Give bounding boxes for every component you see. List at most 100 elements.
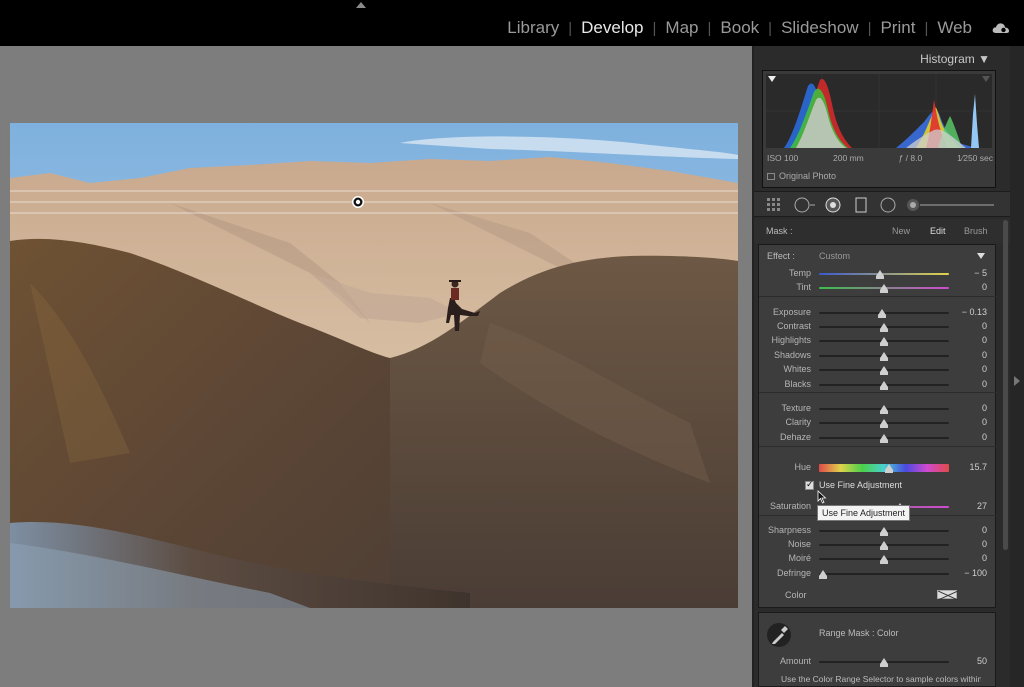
panel-scroll-track[interactable] (1010, 46, 1024, 687)
adjustment-brush-slider[interactable] (906, 197, 996, 213)
slider-thumb[interactable] (818, 570, 827, 579)
module-separator: | (652, 19, 657, 37)
group-separator (759, 296, 997, 297)
color-range-picker-icon[interactable] (767, 623, 791, 647)
cloud-sync-icon[interactable] (992, 22, 1010, 34)
slider-track[interactable] (819, 541, 949, 550)
slider-blacks[interactable]: Blacks 0 (759, 378, 997, 392)
slider-track[interactable] (819, 527, 949, 536)
histogram-title[interactable]: Histogram ▼ (920, 52, 990, 66)
histogram-panel: ISO 100 200 mm ƒ / 8.0 1⁄250 sec Origina… (762, 70, 996, 188)
slider-thumb[interactable] (880, 381, 888, 390)
slider-tint[interactable]: Tint 0 (759, 281, 997, 295)
slider-track[interactable] (819, 309, 949, 318)
collapse-top-panel-icon[interactable] (356, 2, 366, 8)
slider-thumb[interactable] (880, 434, 888, 443)
slider-track[interactable] (819, 419, 949, 428)
mouse-cursor-icon (817, 490, 827, 504)
slider-thumb[interactable] (880, 527, 888, 536)
module-develop[interactable]: Develop (579, 18, 645, 38)
slider-texture[interactable]: Texture 0 (759, 402, 997, 416)
tool-strip (754, 191, 1010, 217)
slider-thumb[interactable] (880, 352, 888, 361)
spot-removal-icon[interactable] (794, 197, 816, 213)
range-mask-panel: Range Mask : Color Amount 50 Use the Col… (758, 612, 996, 687)
module-list: Library | Develop | Map | Book | Slideshow | Print… (505, 18, 974, 38)
original-photo-toggle[interactable]: Original Photo (767, 171, 836, 181)
slider-track[interactable] (819, 555, 949, 564)
color-swatch[interactable] (937, 590, 959, 601)
slider-track[interactable] (819, 658, 949, 667)
slider-thumb[interactable] (876, 270, 885, 279)
color-row: Color (759, 587, 997, 603)
slider-thumb[interactable] (878, 309, 887, 318)
slider-sharpness[interactable]: Sharpness 0 (759, 524, 997, 538)
graduated-filter-icon[interactable] (854, 197, 868, 213)
module-web[interactable]: Web (935, 18, 974, 38)
slider-highlights[interactable]: Highlights 0 (759, 334, 997, 348)
histogram-graph[interactable] (766, 74, 992, 148)
collapse-right-panel-icon[interactable] (1014, 376, 1020, 386)
slider-track[interactable] (819, 337, 949, 346)
slider-thumb[interactable] (880, 555, 888, 564)
checkbox-icon[interactable] (805, 479, 814, 490)
slider-thumb[interactable] (880, 366, 888, 375)
local-adjustment-panel: Effect : Custom Temp − 5 Tint 0 Exposure − 0.… (758, 244, 997, 608)
slider-track[interactable] (819, 366, 949, 375)
slider-noise[interactable]: Noise 0 (759, 538, 997, 552)
slider-clarity[interactable]: Clarity 0 (759, 416, 997, 430)
mask-edit-button[interactable]: Edit (930, 226, 946, 236)
histogram-exif: ISO 100 200 mm ƒ / 8.0 1⁄250 sec (767, 153, 993, 163)
develop-right-panel: Histogram ▼ ISO 100 200 mm ƒ / 8.0 1⁄250… (754, 46, 1010, 687)
slider-exposure[interactable]: Exposure − 0.13 (759, 306, 997, 320)
module-book[interactable]: Book (718, 18, 761, 38)
image-canvas[interactable] (0, 46, 752, 687)
slider-shadows[interactable]: Shadows 0 (759, 349, 997, 363)
slider-thumb[interactable] (880, 541, 888, 550)
slider-temp[interactable]: Temp − 5 (759, 267, 997, 281)
slider-thumb[interactable] (880, 658, 888, 667)
panel-scroll-thumb[interactable] (1003, 220, 1008, 550)
slider-hue[interactable]: Hue 15.7 (759, 461, 997, 475)
radial-filter-icon[interactable] (879, 197, 897, 213)
crop-overlay-icon[interactable] (766, 197, 782, 213)
module-separator: | (568, 19, 573, 37)
slider-track[interactable] (819, 464, 949, 473)
module-print[interactable]: Print (878, 18, 917, 38)
slider-track[interactable] (819, 352, 949, 361)
photo-preview[interactable] (10, 123, 738, 608)
slider-track[interactable] (818, 570, 949, 579)
slider-defringe[interactable]: Defringe − 100 (759, 567, 997, 581)
slider-thumb[interactable] (880, 323, 888, 332)
module-library[interactable]: Library (505, 18, 561, 38)
mask-new-button[interactable]: New (892, 226, 910, 236)
original-photo-icon (767, 172, 775, 180)
module-separator: | (768, 19, 773, 37)
slider-track[interactable] (819, 405, 949, 414)
slider-whites[interactable]: Whites 0 (759, 363, 997, 377)
module-map[interactable]: Map (663, 18, 700, 38)
mask-brush-button[interactable]: Brush (964, 226, 988, 236)
slider-moire[interactable]: Moiré 0 (759, 552, 997, 566)
use-fine-adjustment-checkbox[interactable]: Use Fine Adjustment (805, 479, 902, 490)
group-separator (759, 392, 997, 393)
slider-contrast[interactable]: Contrast 0 (759, 320, 997, 334)
slider-track[interactable] (819, 323, 949, 332)
slider-thumb[interactable] (880, 419, 888, 428)
slider-thumb[interactable] (880, 284, 888, 293)
collapse-panel-icon[interactable] (977, 253, 985, 259)
group-separator (759, 446, 997, 447)
slider-dehaze[interactable]: Dehaze 0 (759, 431, 997, 445)
slider-amount[interactable]: Amount 50 (759, 655, 997, 669)
red-eye-icon[interactable] (824, 197, 842, 213)
effect-preset-dropdown[interactable]: Custom (819, 251, 850, 261)
slider-thumb[interactable] (880, 337, 888, 346)
slider-thumb[interactable] (885, 464, 894, 473)
slider-thumb[interactable] (880, 405, 888, 414)
slider-track[interactable] (819, 284, 949, 293)
module-slideshow[interactable]: Slideshow (779, 18, 861, 38)
slider-track[interactable] (819, 381, 949, 390)
slider-track[interactable] (819, 270, 949, 279)
slider-track[interactable] (819, 434, 949, 443)
range-mask-dropdown[interactable]: Range Mask : Color (819, 628, 899, 638)
